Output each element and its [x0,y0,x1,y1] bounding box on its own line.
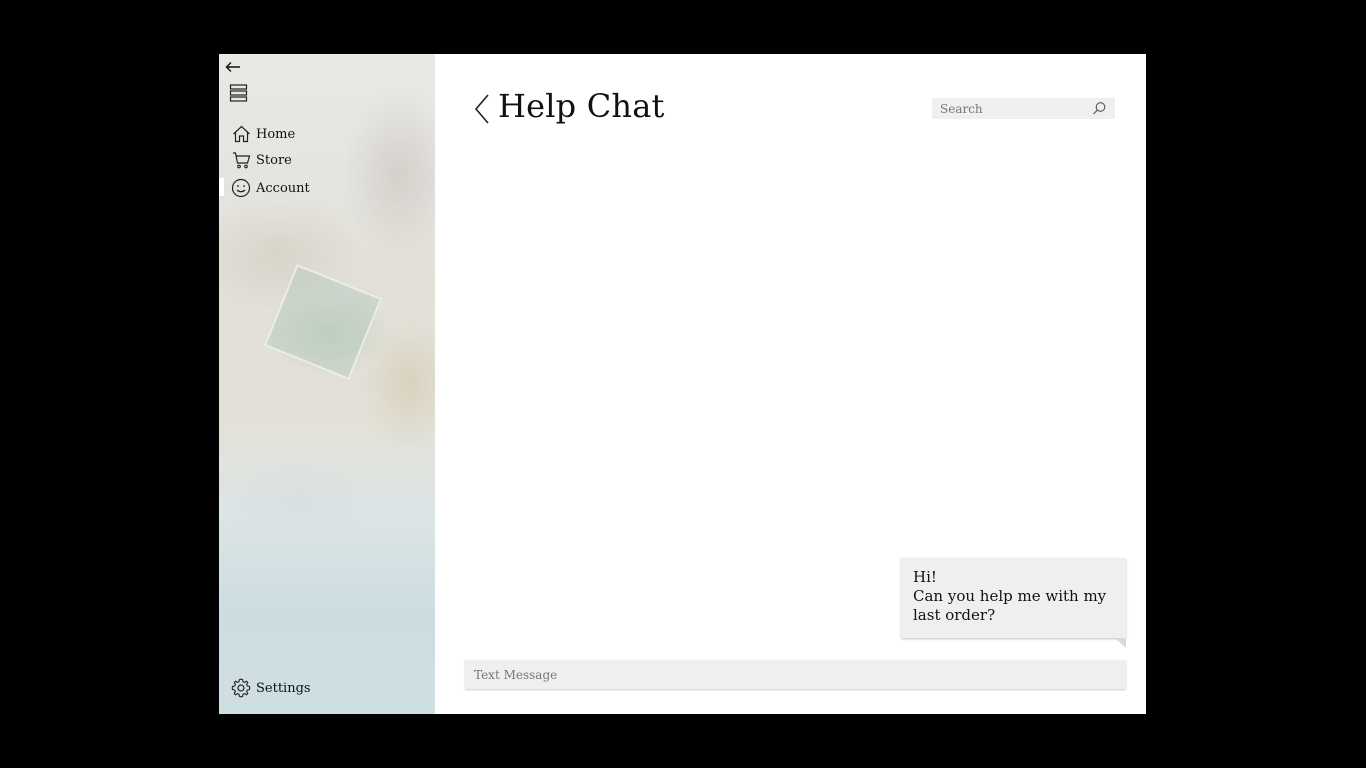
hamburger-icon[interactable] [229,84,251,104]
message-line: last order? [913,606,996,624]
gear-icon [231,678,251,698]
sidebar-item-account[interactable]: Account [219,175,435,201]
sidebar-item-home[interactable]: Home [219,121,435,147]
message-input[interactable] [465,660,1126,689]
sidebar-item-settings[interactable]: Settings [219,675,435,701]
chat-message-bubble: Hi! Can you help me with my last order? [901,558,1126,638]
chevron-left-icon[interactable] [470,92,494,126]
sidebar-item-store[interactable]: Store [219,147,435,173]
sidebar-item-label: Store [256,152,292,168]
cart-icon [231,150,251,170]
sidebar-item-label: Account [256,180,310,196]
sidebar-item-label: Settings [256,680,311,696]
message-line: Hi! [913,568,937,586]
app-window: Home Store Account Settings Help Chat Se… [219,54,1146,714]
home-icon [231,124,251,144]
active-indicator [219,178,224,196]
bubble-tail [1115,638,1126,648]
search-input[interactable] [932,98,1082,119]
sidebar-item-label: Home [256,126,296,142]
sidebar: Home Store Account Settings [219,54,435,714]
search-box [932,98,1115,119]
message-line: Can you help me with my [913,587,1107,605]
back-arrow-icon[interactable] [224,58,242,76]
smiley-icon [231,178,251,198]
search-icon[interactable] [1092,101,1107,116]
page-title: Help Chat [498,87,665,125]
message-input-box [465,660,1126,689]
main-panel: Help Chat Hi! Can you help me with my la… [435,54,1146,714]
